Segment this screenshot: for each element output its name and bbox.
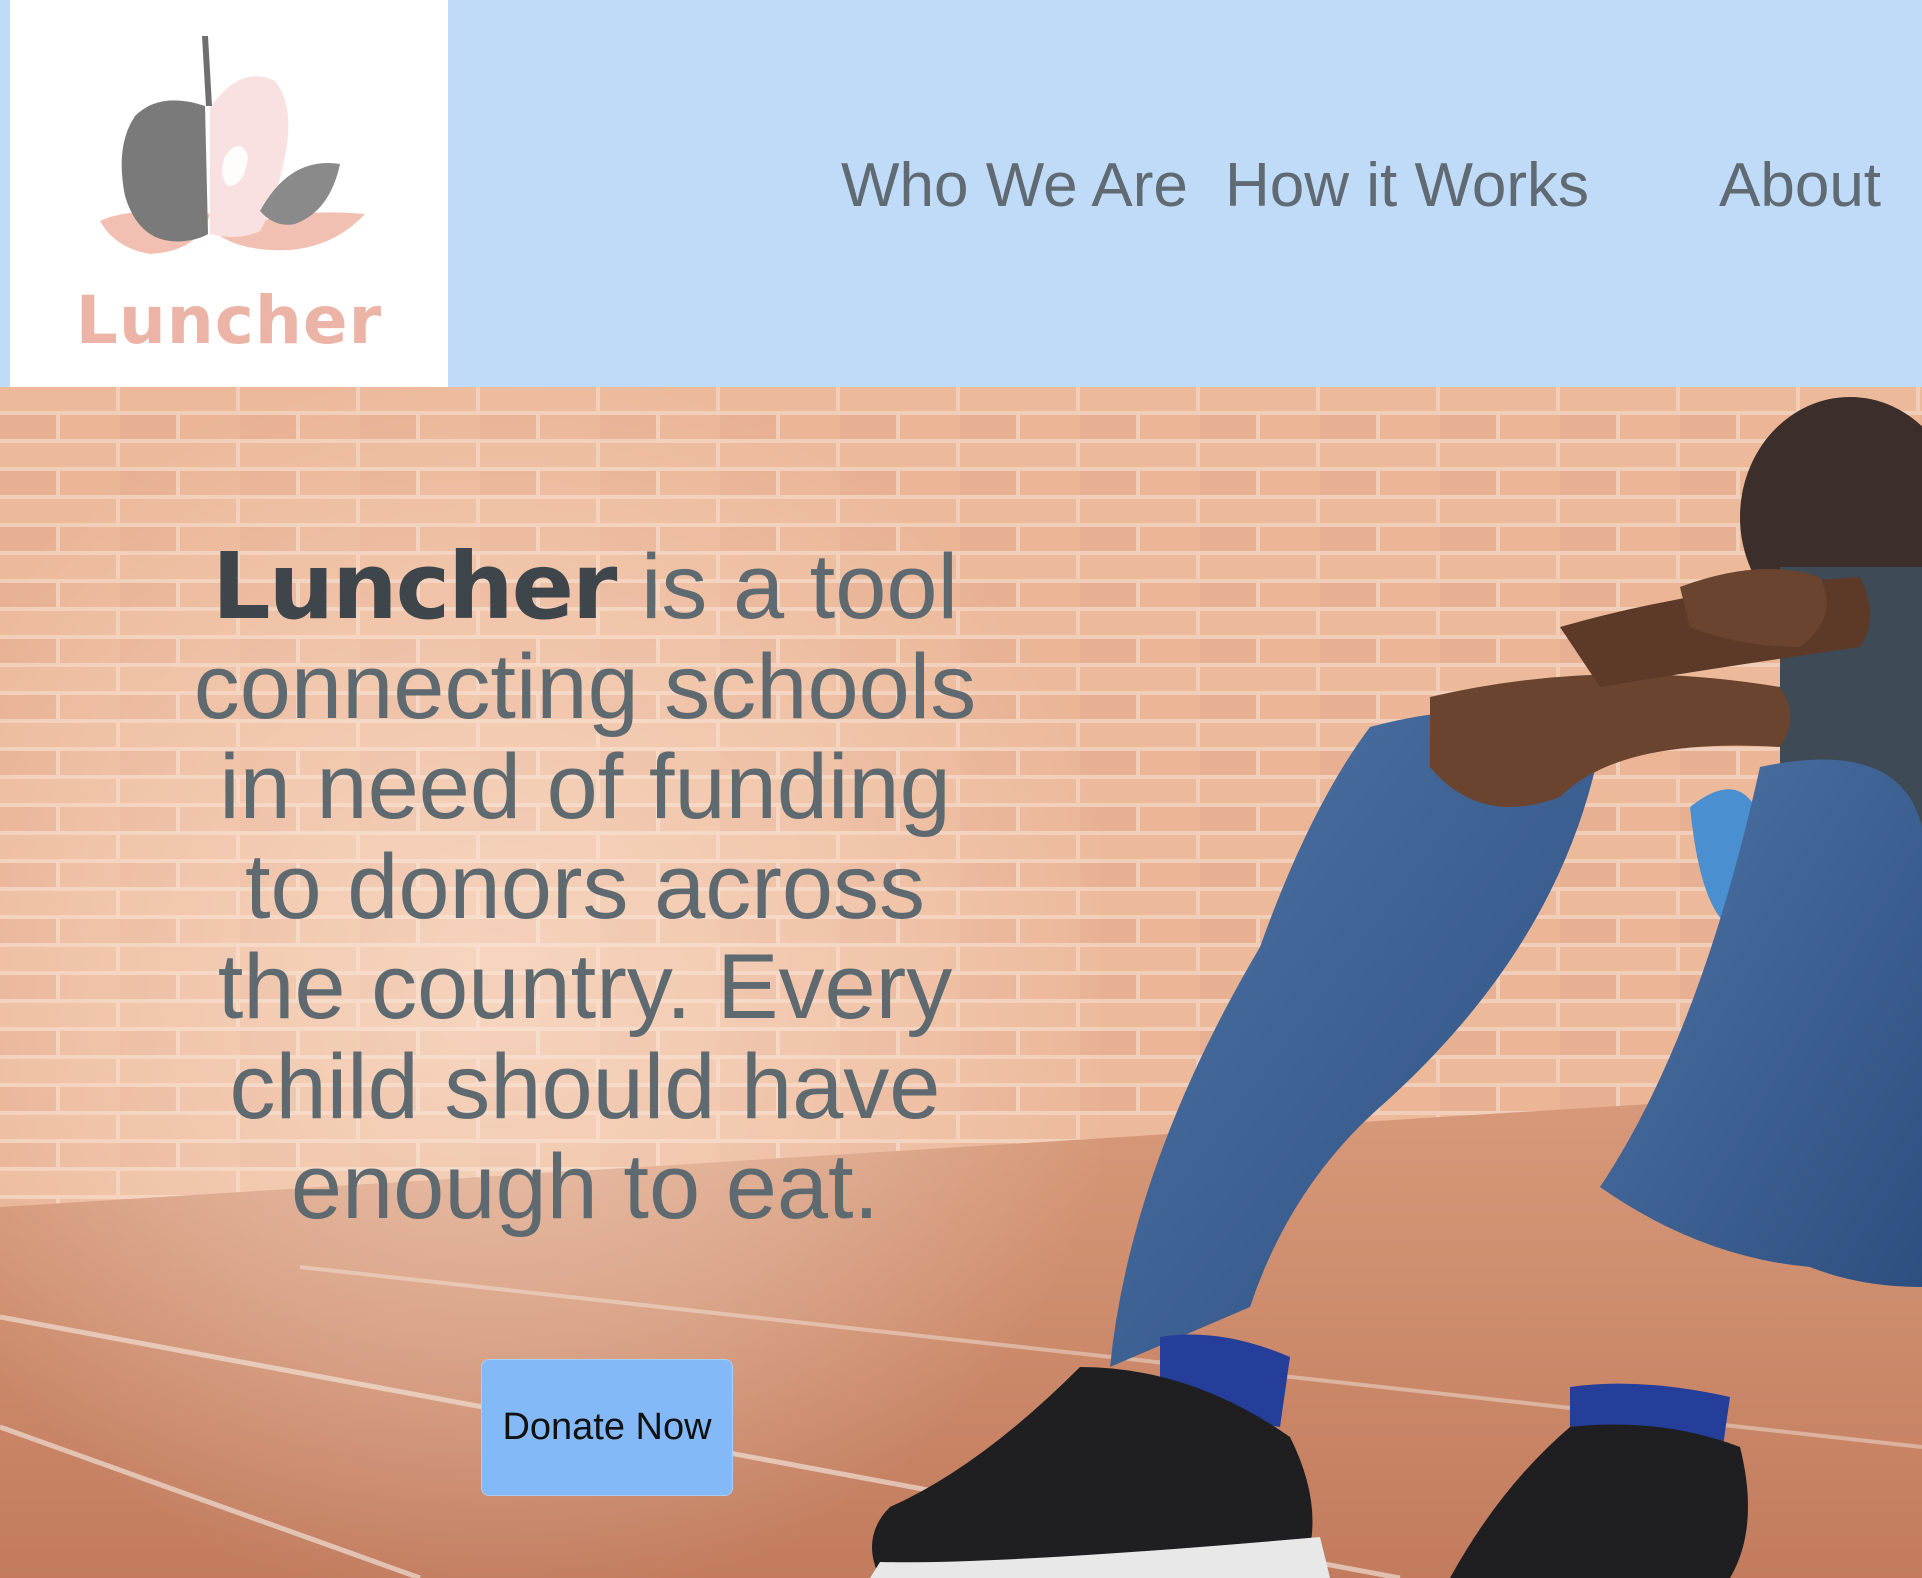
- donate-now-button[interactable]: Donate Now: [481, 1359, 733, 1496]
- hero-headline: Luncher is a tool connecting schools in …: [170, 536, 1000, 1238]
- logo-wordmark: Luncher: [75, 282, 383, 359]
- site-header: Luncher Who We Are How it Works About: [0, 0, 1922, 387]
- nav-how-it-works[interactable]: How it Works: [1225, 150, 1589, 221]
- logo[interactable]: Luncher: [10, 0, 448, 387]
- hero-tagline: is a tool connecting schools in need of …: [193, 536, 977, 1238]
- nav-who-we-are[interactable]: Who We Are: [841, 150, 1188, 221]
- apple-logo-icon: [100, 36, 365, 254]
- hero-brand-word: Luncher: [211, 533, 617, 640]
- nav-about[interactable]: About: [1719, 150, 1881, 221]
